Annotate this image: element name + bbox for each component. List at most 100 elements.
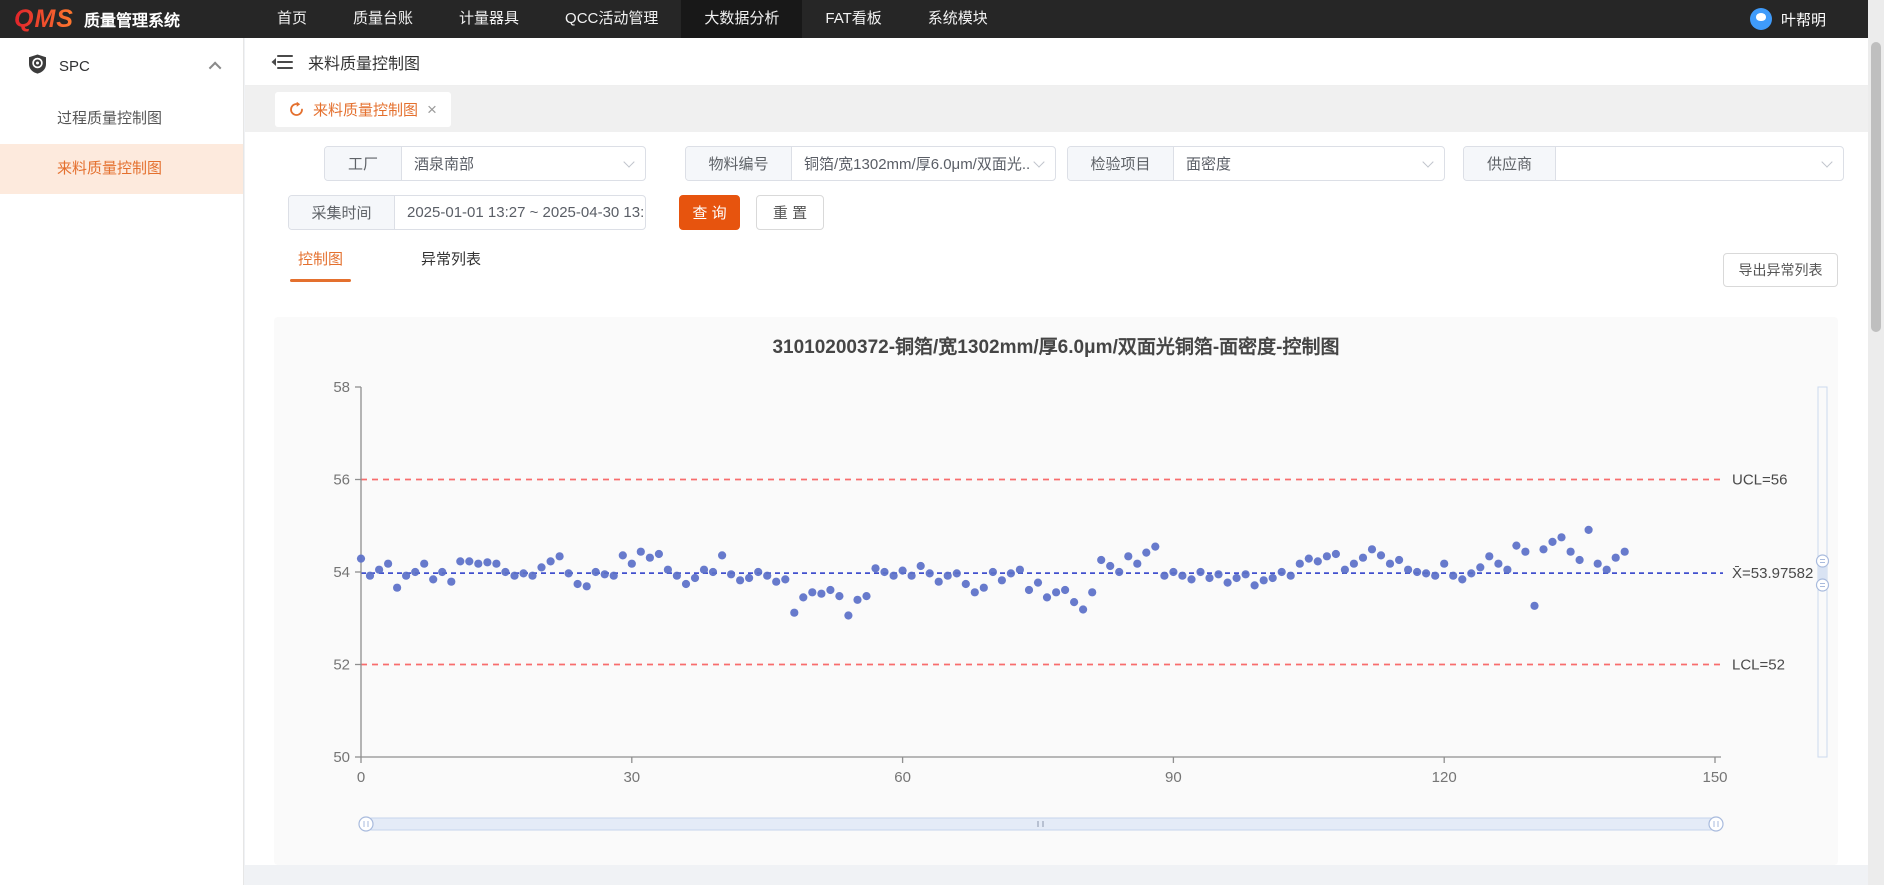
data-point — [664, 566, 672, 574]
chevron-up-icon — [209, 61, 222, 74]
data-point — [1612, 554, 1620, 562]
control-line-label: LCL=52 — [1732, 657, 1785, 674]
material-value[interactable]: 铜箔/宽1302mm/厚6.0μm/双面光... — [792, 147, 1031, 180]
data-point — [826, 586, 834, 594]
data-point — [1485, 552, 1493, 560]
data-point — [1314, 557, 1322, 565]
factory-label: 工厂 — [325, 147, 402, 180]
data-point — [1512, 542, 1520, 550]
data-point — [1350, 560, 1358, 568]
x-tick-label: 30 — [623, 769, 640, 786]
menu-item-home[interactable]: 首页 — [254, 0, 330, 38]
data-point — [862, 592, 870, 600]
tab-anomaly-list[interactable]: 异常列表 — [413, 248, 489, 282]
time-value[interactable]: 2025-01-01 13:27 ~ 2025-04-30 13:27 — [395, 196, 645, 229]
close-icon[interactable]: × — [427, 101, 437, 118]
data-point — [592, 568, 600, 576]
refresh-icon[interactable] — [289, 102, 304, 117]
tab-control-chart[interactable]: 控制图 — [290, 248, 351, 282]
scrollbar-thumb[interactable] — [1871, 42, 1881, 332]
data-point — [565, 569, 573, 577]
inspection-label: 检验项目 — [1068, 147, 1174, 180]
data-point — [1025, 586, 1033, 594]
user-avatar-icon — [1750, 8, 1772, 30]
data-point — [880, 568, 888, 576]
view-tabs: 控制图 异常列表 — [290, 248, 489, 282]
window-scrollbar[interactable] — [1868, 0, 1884, 885]
page-header: 来料质量控制图 — [245, 38, 1868, 86]
data-point — [953, 569, 961, 577]
data-point — [790, 609, 798, 617]
data-point — [375, 566, 383, 574]
control-line-label: UCL=56 — [1732, 472, 1787, 489]
data-point — [1476, 563, 1484, 571]
data-point — [1097, 556, 1105, 564]
user-area[interactable]: 叶帮明 — [1750, 8, 1826, 30]
data-point — [1151, 543, 1159, 551]
data-point — [718, 551, 726, 559]
data-point — [989, 568, 997, 576]
inspection-select: 检验项目 面密度 — [1067, 146, 1445, 181]
data-point — [583, 582, 591, 590]
data-point — [438, 568, 446, 576]
data-point — [736, 576, 744, 584]
data-point — [754, 568, 762, 576]
data-point — [646, 554, 654, 562]
data-point — [1539, 545, 1547, 553]
data-point — [384, 560, 392, 568]
data-point — [1422, 569, 1430, 577]
data-point — [1557, 533, 1565, 541]
data-point — [971, 588, 979, 596]
data-point — [781, 575, 789, 583]
supplier-value[interactable] — [1556, 147, 1819, 180]
x-tick-label: 90 — [1165, 769, 1182, 786]
data-point — [926, 569, 934, 577]
menu-item-qcc[interactable]: QCC活动管理 — [542, 0, 681, 38]
data-point — [637, 548, 645, 556]
menu-item-big-data[interactable]: 大数据分析 — [681, 0, 802, 38]
export-anomaly-button[interactable]: 导出异常列表 — [1723, 253, 1838, 287]
data-point — [1521, 548, 1529, 556]
data-point — [1187, 575, 1195, 583]
y-tick-label: 54 — [333, 564, 350, 581]
collapse-sidebar-icon[interactable] — [271, 53, 293, 71]
tab-chip-incoming-quality[interactable]: 来料质量控制图 × — [275, 92, 451, 127]
menu-item-fat-board[interactable]: FAT看板 — [802, 0, 904, 38]
data-point — [357, 555, 365, 563]
supplier-label: 供应商 — [1464, 147, 1556, 180]
y-tick-label: 58 — [333, 379, 350, 396]
data-point — [799, 593, 807, 601]
data-point — [1594, 560, 1602, 568]
control-line-label: X̄=53.97582 — [1732, 565, 1813, 582]
data-point — [456, 557, 464, 565]
shield-icon — [28, 54, 47, 78]
data-point — [1016, 566, 1024, 574]
query-button[interactable]: 查 询 — [679, 195, 740, 230]
data-point — [1296, 560, 1304, 568]
data-point — [429, 575, 437, 583]
main-menu: 首页 质量台账 计量器具 QCC活动管理 大数据分析 FAT看板 系统模块 — [244, 0, 1011, 38]
datazoom-vertical — [1817, 387, 1829, 757]
material-label: 物料编号 — [686, 147, 792, 180]
data-point — [1169, 568, 1177, 576]
factory-value[interactable]: 酒泉南部 — [402, 147, 621, 180]
data-point — [420, 560, 428, 568]
menu-item-system[interactable]: 系统模块 — [905, 0, 1011, 38]
sidebar-group-spc[interactable]: SPC — [0, 38, 243, 94]
sidebar-item-process-quality[interactable]: 过程质量控制图 — [0, 94, 243, 144]
data-point — [1576, 556, 1584, 564]
app-title: 质量管理系统 — [84, 7, 180, 31]
reset-button[interactable]: 重 置 — [756, 195, 824, 230]
menu-item-quality-ledger[interactable]: 质量台账 — [330, 0, 436, 38]
inspection-value[interactable]: 面密度 — [1174, 147, 1420, 180]
sidebar-item-incoming-quality[interactable]: 来料质量控制图 — [0, 144, 243, 194]
menu-item-measuring-tools[interactable]: 计量器具 — [436, 0, 542, 38]
app-logo: QMS 质量管理系统 — [0, 5, 244, 34]
data-point — [574, 580, 582, 588]
spc-control-chart[interactable]: 31010200372-铜箔/宽1302mm/厚6.0μm/双面光铜箔-面密度-… — [274, 317, 1838, 865]
data-point — [1413, 568, 1421, 576]
data-point — [1431, 572, 1439, 580]
data-point — [411, 568, 419, 576]
data-point — [808, 588, 816, 596]
qms-logo: QMS — [14, 5, 74, 34]
